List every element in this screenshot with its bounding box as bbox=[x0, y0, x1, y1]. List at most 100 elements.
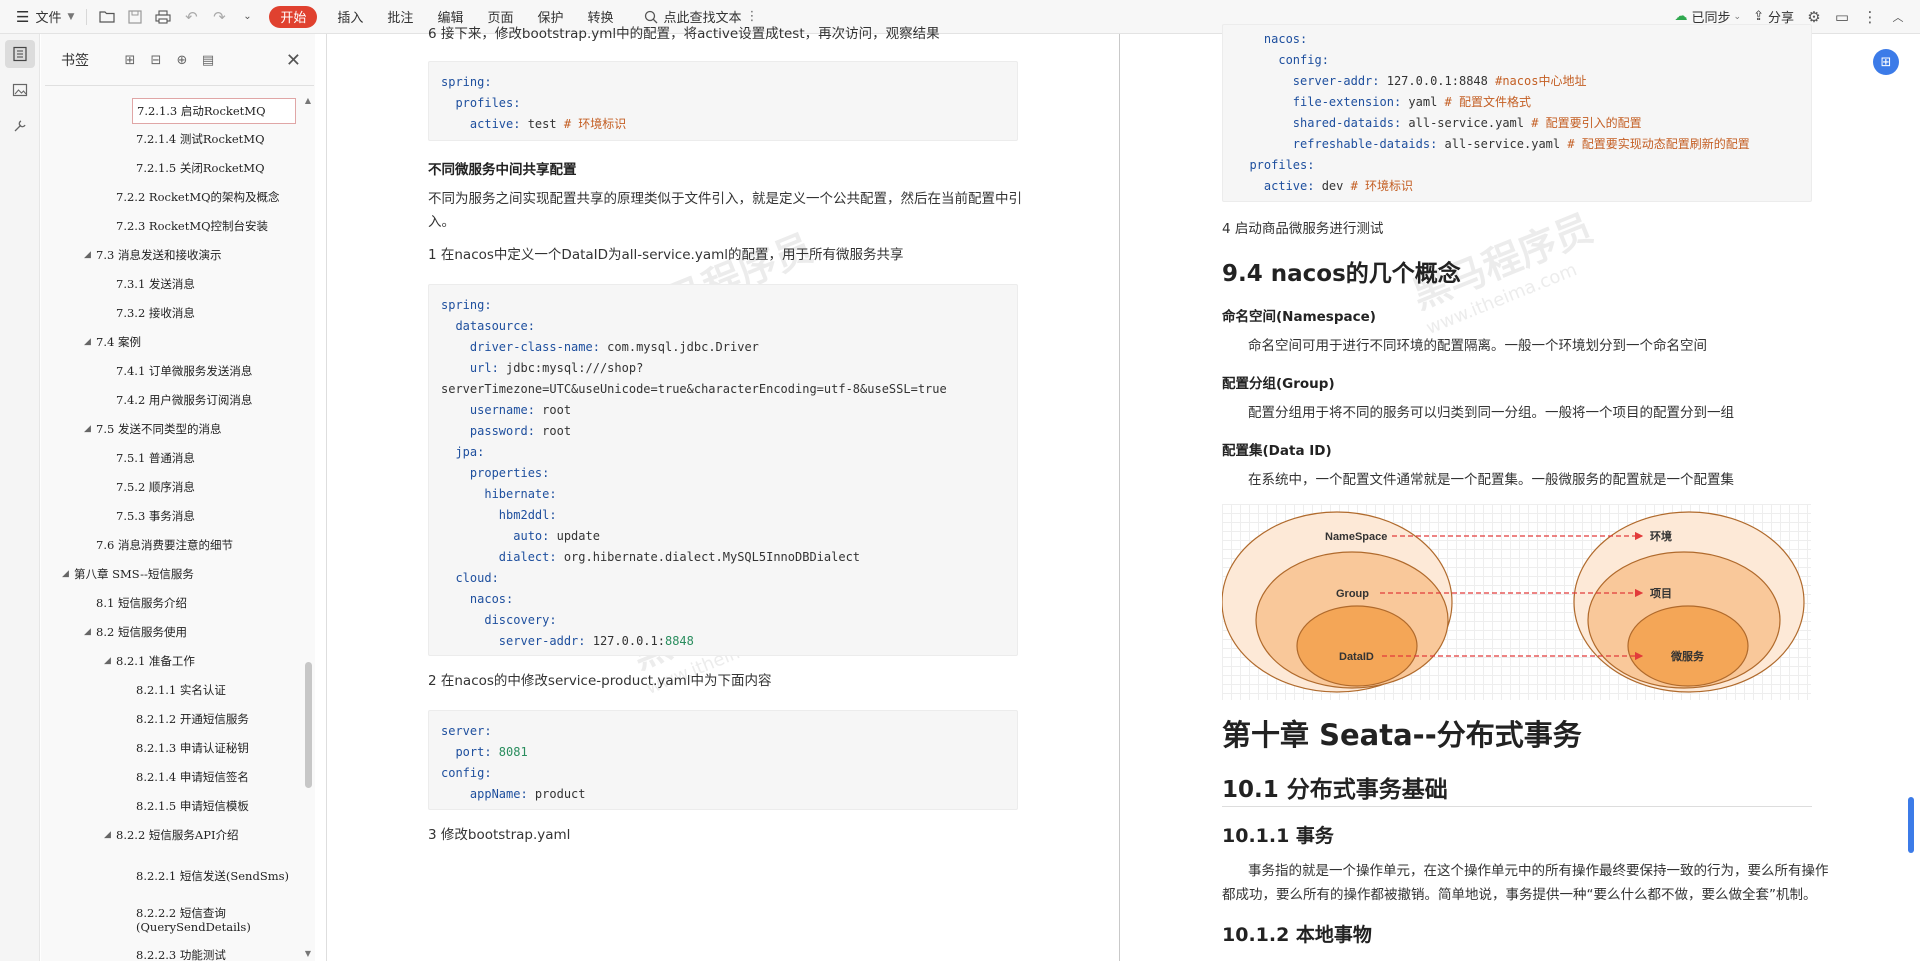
hamburger-icon: ☰ bbox=[16, 7, 30, 26]
bookmark-item[interactable]: ◢ 8.2.2 短信服务API介绍 bbox=[104, 822, 239, 848]
term-heading: 配置集(Data ID) bbox=[1222, 443, 1332, 459]
paragraph: 事务指的就是一个操作单元，在这个操作单元中的所有操作最终要保持一致的行为，要么所… bbox=[1248, 863, 1829, 879]
bookmark-panel: 书签 ⊞ ⊟ ⊕ ▤ ✕ 7.2.1.3 启动RocketMQ 7.2.1.4 … bbox=[41, 34, 315, 961]
scroll-down-arrow-icon[interactable]: ▼ bbox=[302, 949, 314, 961]
bookmark-item[interactable]: ◢ 7.5 发送不同类型的消息 bbox=[84, 416, 221, 442]
microservice-ellipse bbox=[1627, 605, 1749, 687]
expand-triangle-icon[interactable]: ◢ bbox=[84, 250, 96, 260]
code-block: spring: datasource: driver-class-name: c… bbox=[428, 284, 1018, 656]
bookmark-item[interactable]: ◢ 8.2.1 准备工作 bbox=[104, 648, 195, 674]
diagram-label: DataID bbox=[1339, 651, 1374, 663]
chevron-down-icon: ▼ bbox=[67, 11, 75, 22]
bookmark-item[interactable]: ◢ 8.2 短信服务使用 bbox=[84, 619, 187, 645]
bookmark-item[interactable]: 8.2.1.3 申请认证秘钥 bbox=[136, 735, 249, 761]
scroll-up-arrow-icon[interactable]: ▲ bbox=[302, 96, 314, 108]
bookmark-item[interactable]: ◢ 7.3 消息发送和接收演示 bbox=[84, 242, 221, 268]
paragraph: 3 修改bootstrap.yaml bbox=[428, 827, 571, 843]
save-icon[interactable] bbox=[121, 4, 149, 30]
cloud-sync-icon: ☁ bbox=[1674, 9, 1688, 24]
open-folder-icon[interactable] bbox=[93, 4, 121, 30]
bookmark-item[interactable]: ◢ 7.4 案例 bbox=[84, 329, 141, 355]
bookmark-item[interactable]: 8.2.1.1 实名认证 bbox=[136, 677, 226, 703]
paragraph: 都成功，要么所有的操作都被撤销。简单地说，事务提供一种“要么什么都不做，要么做全… bbox=[1222, 887, 1817, 903]
expand-all-icon[interactable]: ⊞ bbox=[117, 49, 143, 71]
bookmark-item[interactable]: 8.2.2.3 功能测试 bbox=[136, 942, 226, 961]
tools-icon[interactable] bbox=[5, 112, 35, 140]
file-menu[interactable]: ☰ 文件 ▼ bbox=[10, 4, 80, 30]
bookmark-item[interactable]: 7.5.2 顺序消息 bbox=[116, 474, 195, 500]
section-heading: 不同微服务中间共享配置 bbox=[428, 162, 577, 178]
expand-triangle-icon[interactable]: ◢ bbox=[84, 424, 96, 434]
add-bookmark-icon[interactable]: ⊕ bbox=[169, 49, 195, 71]
bookmark-panel-icon[interactable] bbox=[5, 40, 35, 68]
bookmark-item[interactable]: ◢ 第八章 SMS--短信服务 bbox=[62, 561, 194, 587]
paragraph: 1 在nacos中定义一个DataID为all-service.yaml的配置，… bbox=[428, 247, 904, 263]
more-dropdown-icon[interactable]: ⌄ bbox=[233, 4, 261, 30]
bookmark-item[interactable]: 7.3.1 发送消息 bbox=[116, 271, 195, 297]
bookmark-item[interactable]: 8.2.2.1 短信发送(SendSms) bbox=[136, 863, 289, 889]
undo-icon[interactable]: ↶ bbox=[177, 4, 205, 30]
bookmark-item[interactable]: 7.4.2 用户微服务订阅消息 bbox=[116, 387, 252, 413]
chevron-down-icon: ⌄ bbox=[1733, 11, 1742, 22]
share-icon: ⇪ bbox=[1753, 9, 1764, 24]
diagram-label: 项目 bbox=[1650, 587, 1672, 600]
paragraph: 入。 bbox=[428, 214, 455, 230]
comment-icon[interactable]: ▭ bbox=[1828, 4, 1856, 30]
expand-triangle-icon[interactable]: ◢ bbox=[104, 656, 116, 666]
expand-triangle-icon[interactable]: ◢ bbox=[104, 830, 116, 840]
collapse-all-icon[interactable]: ⊟ bbox=[143, 49, 169, 71]
left-rail bbox=[0, 34, 40, 961]
section-heading: 9.4 nacos的几个概念 bbox=[1222, 261, 1461, 287]
paragraph: 配置分组用于将不同的服务可以归类到同一分组。一般将一个项目的配置分到一组 bbox=[1248, 405, 1734, 421]
print-icon[interactable] bbox=[149, 4, 177, 30]
paragraph: 4 启动商品微服务进行测试 bbox=[1222, 221, 1384, 237]
bookmark-item[interactable]: 8.1 短信服务介绍 bbox=[96, 590, 187, 616]
ai-assistant-icon[interactable]: ⊞ bbox=[1873, 49, 1899, 75]
bookmark-options-icon[interactable]: ▤ bbox=[195, 49, 221, 71]
collapse-up-icon[interactable]: ︿ bbox=[1884, 4, 1912, 30]
bookmark-item[interactable]: 7.3.2 接收消息 bbox=[116, 300, 195, 326]
paragraph: 命名空间可用于进行不同环境的配置隔离。一般一个环境划分到一个命名空间 bbox=[1248, 338, 1707, 354]
bookmark-item[interactable]: 8.2.1.4 申请短信签名 bbox=[136, 764, 249, 790]
menu-insert[interactable]: 插入 bbox=[325, 7, 375, 26]
bookmark-panel-title: 书签 bbox=[61, 53, 89, 69]
thumbnail-image-icon[interactable] bbox=[5, 76, 35, 104]
bookmark-item[interactable]: 7.6 消息消费要注意的细节 bbox=[96, 532, 233, 558]
bookmark-item[interactable]: 7.2.1.3 启动RocketMQ bbox=[132, 98, 296, 124]
document-scrollbar-thumb[interactable] bbox=[1908, 797, 1914, 853]
menu-comment[interactable]: 批注 bbox=[375, 7, 425, 26]
diagram-label: 微服务 bbox=[1670, 649, 1705, 663]
bookmark-tree: 7.2.1.3 启动RocketMQ 7.2.1.4 测试RocketMQ 7.… bbox=[41, 94, 303, 961]
start-tab[interactable]: 开始 bbox=[269, 5, 318, 28]
more-vertical-icon[interactable]: ⋮ bbox=[746, 9, 759, 24]
bookmark-scrollbar-thumb[interactable] bbox=[305, 662, 312, 788]
concept-diagram-svg: NameSpace Group DataID 环境 项目 微服务 bbox=[1221, 511, 1805, 693]
more-vertical-icon[interactable]: ⋮ bbox=[1856, 4, 1884, 30]
dataid-ellipse bbox=[1296, 605, 1418, 687]
bookmark-item[interactable]: 7.2.1.4 测试RocketMQ bbox=[136, 126, 265, 152]
bookmark-item[interactable]: 7.5.3 事务消息 bbox=[116, 503, 195, 529]
page-edge bbox=[326, 34, 327, 961]
section-heading: 10.1 分布式事务基础 bbox=[1222, 777, 1448, 803]
bookmark-item[interactable]: 8.2.2.2 短信查询(QuerySendDetails) bbox=[136, 904, 296, 936]
search-icon bbox=[644, 10, 657, 23]
code-block: nacos: config: server-addr: 127.0.0.1:88… bbox=[1222, 24, 1812, 202]
paragraph: 不同为服务之间实现配置共享的原理类似于文件引入，就是定义一个公共配置，然后在当前… bbox=[428, 191, 1022, 207]
subsection-heading: 10.1.1 事务 bbox=[1222, 825, 1334, 847]
bookmark-item[interactable]: 8.2.1.5 申请短信模板 bbox=[136, 793, 249, 819]
nacos-concept-diagram: NameSpace Group DataID 环境 项目 微服务 bbox=[1221, 504, 1811, 700]
expand-triangle-icon[interactable]: ◢ bbox=[84, 627, 96, 637]
bookmark-item[interactable]: 7.5.1 普通消息 bbox=[116, 445, 195, 471]
bookmark-item[interactable]: 7.2.3 RocketMQ控制台安装 bbox=[116, 213, 268, 239]
expand-triangle-icon[interactable]: ◢ bbox=[62, 569, 74, 579]
bookmark-item[interactable]: 7.2.1.5 关闭RocketMQ bbox=[136, 155, 265, 181]
expand-triangle-icon[interactable]: ◢ bbox=[84, 337, 96, 347]
bookmark-item[interactable]: 7.2.2 RocketMQ的架构及概念 bbox=[116, 184, 280, 210]
bookmark-item[interactable]: 8.2.1.2 开通短信服务 bbox=[136, 706, 249, 732]
redo-icon[interactable]: ↷ bbox=[205, 4, 233, 30]
paragraph: 在系统中，一个配置文件通常就是一个配置集。一般微服务的配置就是一个配置集 bbox=[1248, 472, 1734, 488]
bookmark-panel-header: 书签 ⊞ ⊟ ⊕ ▤ ✕ bbox=[41, 34, 315, 86]
divider bbox=[86, 8, 88, 25]
close-icon[interactable]: ✕ bbox=[286, 50, 301, 71]
bookmark-item[interactable]: 7.4.1 订单微服务发送消息 bbox=[116, 358, 252, 384]
